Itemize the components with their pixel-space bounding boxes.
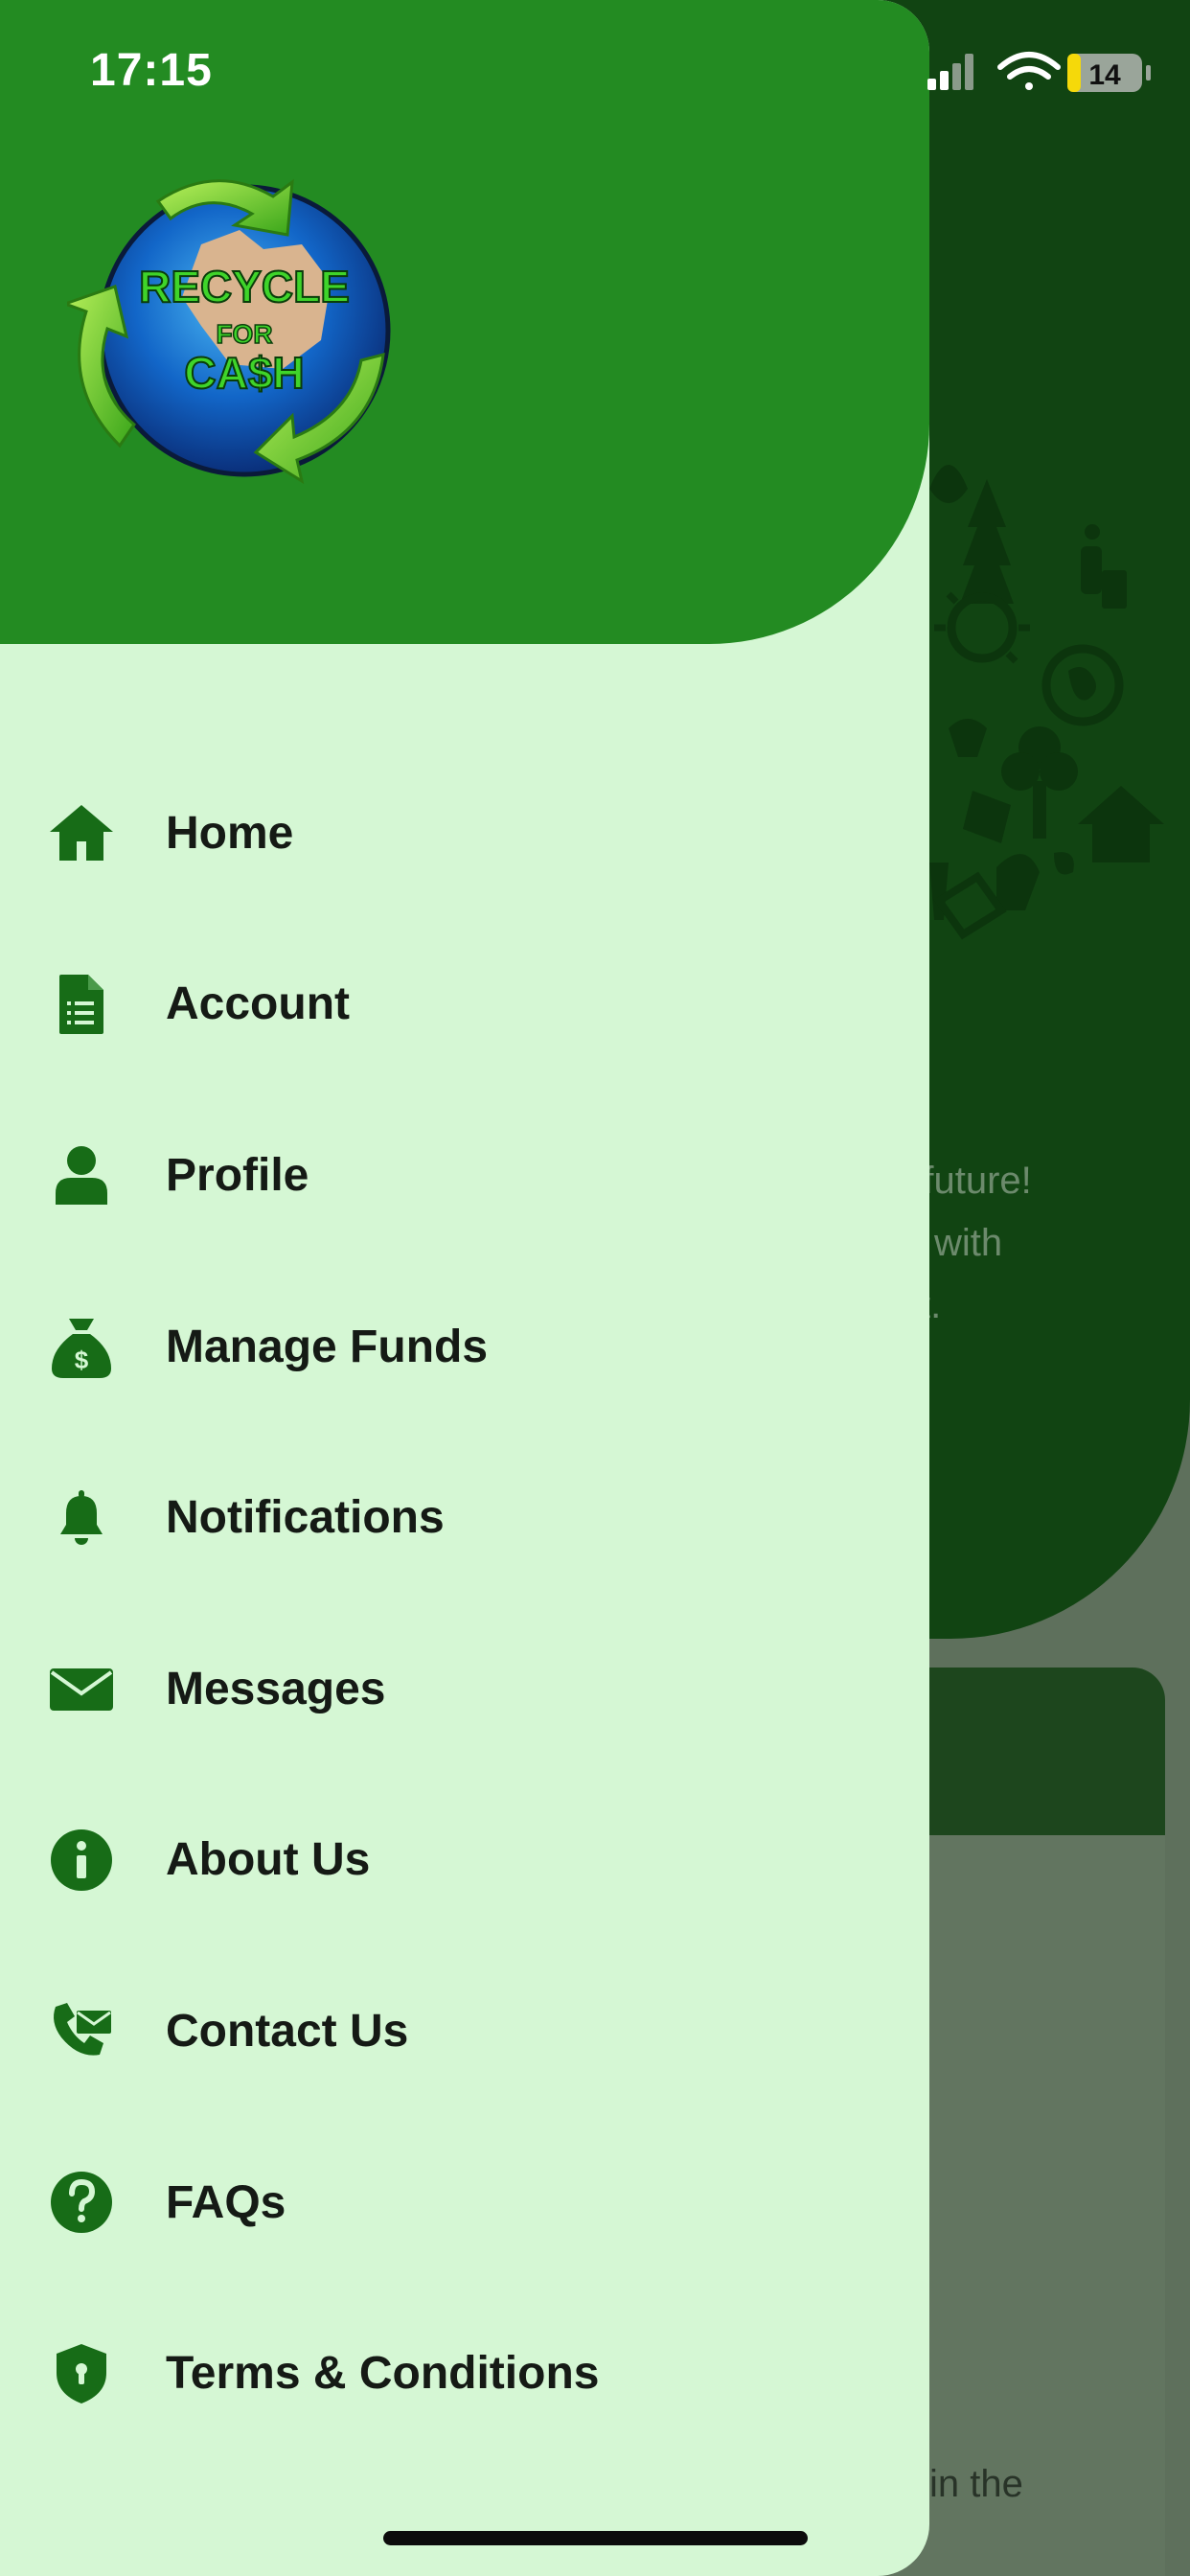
svg-text:$: $	[75, 1346, 89, 1374]
menu-label: FAQs	[166, 2176, 286, 2228]
logo-text-middle: FOR	[216, 319, 272, 349]
eco-illustration-icon	[929, 465, 1164, 940]
menu-item-contact-us[interactable]: Contact Us	[0, 1945, 929, 2117]
background-text-line: with	[934, 1222, 1003, 1264]
menu-label: Manage Funds	[166, 1321, 489, 1372]
menu-item-manage-funds[interactable]: $ Manage Funds	[0, 1261, 929, 1433]
status-time: 17:15	[90, 45, 213, 96]
svg-text:14: 14	[1088, 59, 1121, 91]
menu-item-faqs[interactable]: FAQs	[0, 2117, 929, 2288]
menu-item-notifications[interactable]: Notifications	[0, 1432, 929, 1603]
question-icon	[46, 2167, 117, 2238]
drawer-menu: Home Account Profile $ Manage Funds Noti…	[0, 748, 929, 2459]
battery-icon: 14	[1067, 54, 1151, 92]
menu-label: Account	[166, 978, 350, 1030]
menu-item-terms[interactable]: Terms & Conditions	[0, 2288, 929, 2459]
shield-icon	[46, 2338, 117, 2409]
status-icons: 14	[927, 52, 1151, 92]
menu-item-messages[interactable]: Messages	[0, 1603, 929, 1775]
menu-item-home[interactable]: Home	[0, 748, 929, 919]
menu-item-about-us[interactable]: About Us	[0, 1775, 929, 1946]
status-bar: 17:15 14	[0, 0, 1190, 144]
menu-label: Profile	[166, 1149, 309, 1201]
menu-label: About Us	[166, 1834, 371, 1886]
logo-text-bottom: CA$H	[184, 348, 304, 398]
menu-label: Messages	[166, 1663, 386, 1714]
menu-label: Notifications	[166, 1492, 445, 1544]
money-bag-icon: $	[46, 1311, 117, 1382]
logo-text-top: RECYCLE	[139, 262, 350, 311]
cellular-signal-icon	[927, 54, 973, 90]
background-text-line: in the	[929, 2463, 1023, 2505]
home-icon	[46, 797, 117, 868]
contact-icon	[46, 1995, 117, 2066]
navigation-drawer: RECYCLE FOR CA$H Home Account Profile $ …	[0, 0, 929, 2576]
info-icon	[46, 1825, 117, 1896]
bell-icon	[46, 1483, 117, 1553]
menu-label: Contact Us	[166, 2005, 409, 2057]
menu-label: Home	[166, 807, 294, 859]
user-icon	[46, 1139, 117, 1210]
home-indicator[interactable]	[383, 2531, 808, 2545]
menu-label: Terms & Conditions	[166, 2348, 600, 2400]
wifi-icon	[997, 52, 1061, 90]
menu-item-profile[interactable]: Profile	[0, 1090, 929, 1261]
document-icon	[46, 969, 117, 1040]
envelope-icon	[46, 1653, 117, 1724]
menu-item-account[interactable]: Account	[0, 919, 929, 1091]
recycle-for-cash-logo: RECYCLE FOR CA$H	[67, 178, 391, 485]
